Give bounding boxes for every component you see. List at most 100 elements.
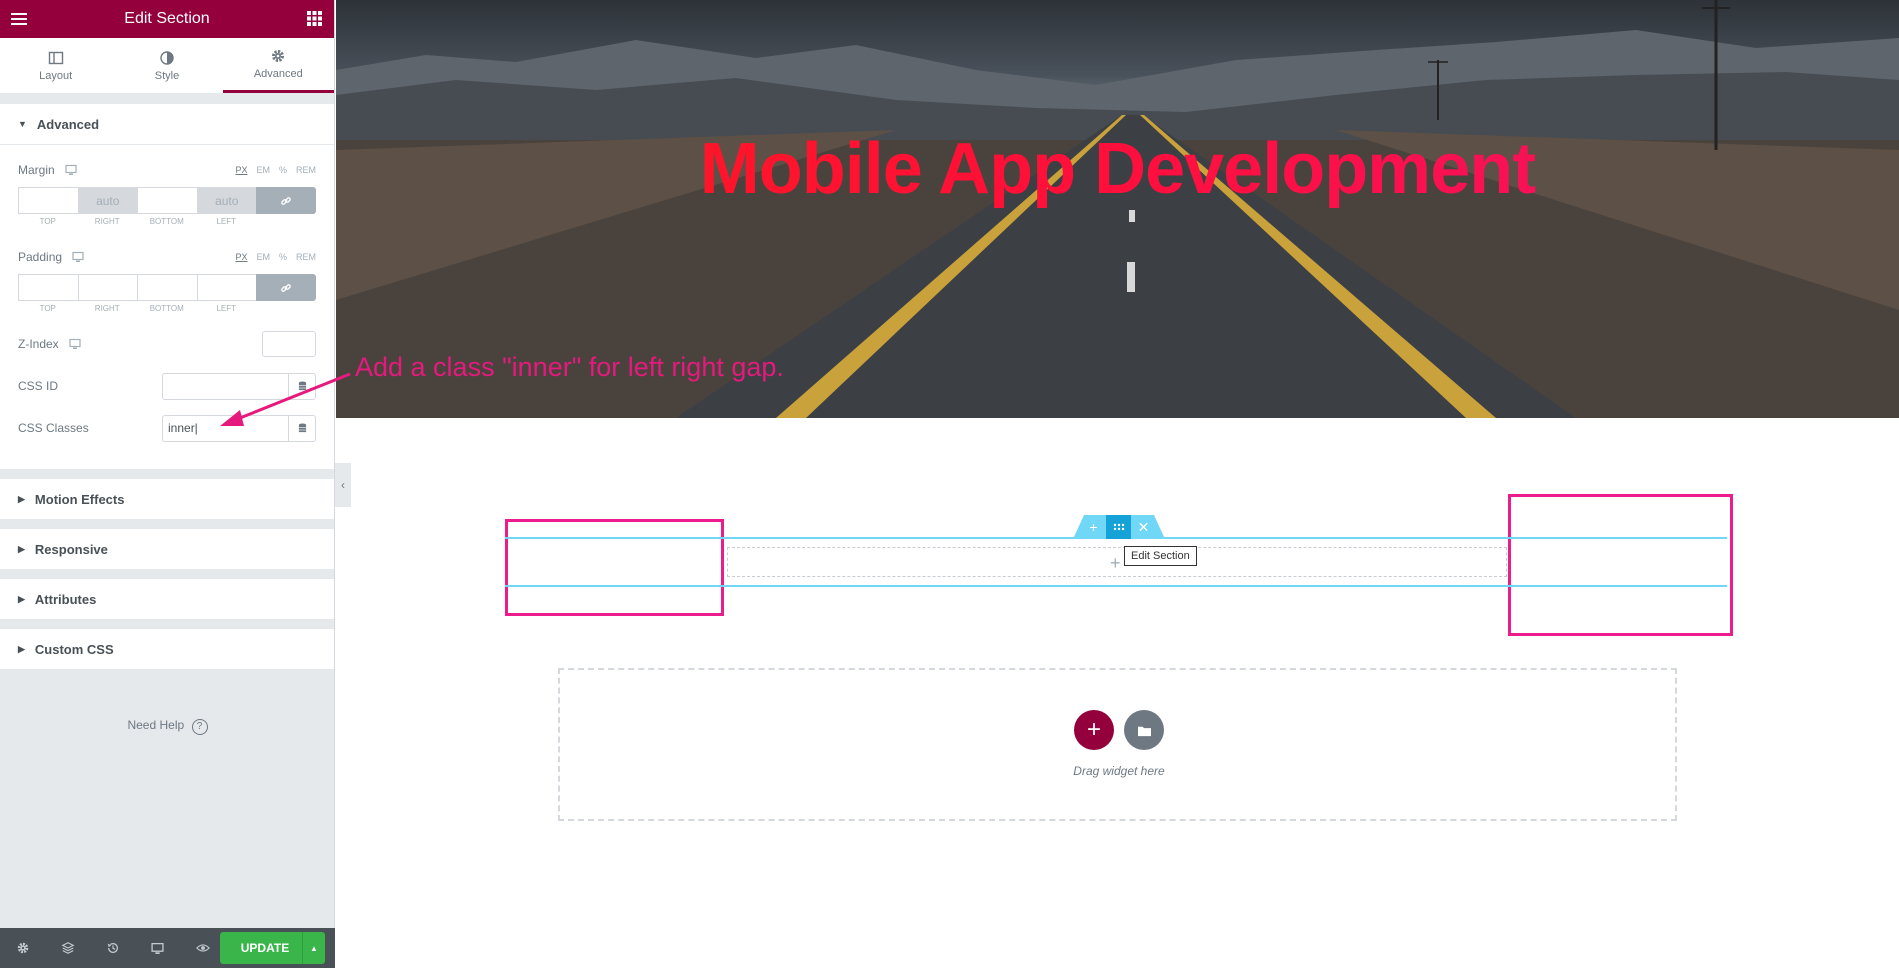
unit-em[interactable]: EM (256, 252, 270, 262)
navigator-button[interactable] (45, 941, 90, 955)
padding-left-input[interactable] (196, 274, 256, 301)
half-circle-icon (160, 50, 174, 65)
add-section-button[interactable]: + (1081, 515, 1106, 539)
desktop-icon[interactable] (72, 251, 84, 263)
tab-advanced[interactable]: Advanced (222, 38, 334, 93)
add-template-button[interactable] (1124, 710, 1164, 750)
add-new-section-button[interactable]: + (1074, 710, 1114, 750)
z-index-input[interactable] (262, 331, 316, 357)
unit-px[interactable]: PX (235, 252, 247, 262)
hamburger-menu-icon[interactable] (10, 9, 30, 29)
margin-link-button[interactable] (256, 187, 316, 214)
margin-units: PX EM % REM (235, 165, 316, 175)
collapse-panel-button[interactable]: ‹ (335, 463, 351, 507)
sublabel-bottom: BOTTOM (149, 303, 184, 313)
tab-layout-label: Layout (39, 69, 73, 82)
caret-down-icon: ▼ (18, 119, 27, 129)
custom-css-title: Custom CSS (34, 641, 114, 657)
padding-sublabels: TOP RIGHT BOTTOM LEFT (18, 301, 316, 315)
unit-rem[interactable]: REM (296, 165, 316, 175)
layout-icon (48, 51, 63, 64)
unit-px[interactable]: PX (235, 165, 247, 175)
custom-css-section-header[interactable]: ▶ Custom CSS (0, 629, 334, 669)
margin-right-input[interactable]: auto (77, 187, 137, 214)
settings-button[interactable] (0, 941, 45, 955)
z-index-row: Z-Index (18, 323, 316, 365)
margin-sublabels: TOP RIGHT BOTTOM LEFT (18, 214, 316, 228)
caret-up-icon: ▲ (310, 943, 318, 953)
need-help-label: Need Help (127, 718, 185, 732)
margin-top-input[interactable] (18, 187, 78, 214)
eye-icon (195, 944, 210, 952)
desktop-icon[interactable] (69, 338, 81, 350)
tab-layout[interactable]: Layout (0, 38, 111, 93)
widget-drop-zone[interactable] (558, 668, 1677, 821)
add-element-icon[interactable]: + (1110, 553, 1121, 574)
drag-section-button[interactable] (1106, 515, 1131, 539)
drag-widget-hint: Drag widget here (1073, 764, 1165, 778)
plus-icon: + (1089, 519, 1098, 535)
folder-icon (1137, 726, 1151, 736)
hero-title[interactable]: Mobile App Development (336, 128, 1899, 210)
desktop-icon (151, 942, 164, 954)
responsive-title: Responsive (34, 541, 108, 557)
css-classes-label: CSS Classes (18, 421, 89, 435)
widgets-grid-icon[interactable] (307, 11, 322, 26)
tab-style-label: Style (154, 69, 180, 82)
help-question-icon: ? (191, 719, 208, 735)
margin-control-header: Margin PX EM % REM (18, 155, 316, 185)
delete-section-button[interactable]: ✕ (1131, 515, 1156, 539)
plus-icon: + (1086, 716, 1101, 743)
sublabel-top: TOP (39, 303, 56, 313)
panel-header: Edit Section (0, 0, 334, 38)
panel-footer: UPDATE ▲ (0, 928, 335, 968)
padding-link-button[interactable] (256, 274, 316, 301)
attributes-section-header[interactable]: ▶ Attributes (0, 579, 334, 619)
unit-percent[interactable]: % (279, 252, 287, 262)
drag-dots-icon (1113, 523, 1124, 531)
history-button[interactable] (90, 941, 135, 955)
sublabel-bottom: BOTTOM (149, 216, 184, 226)
edit-section-tooltip: Edit Section (1124, 546, 1197, 566)
link-icon (281, 283, 291, 292)
responsive-mode-button[interactable] (135, 942, 180, 955)
editor-panel: Edit Section Layout Style Advanced ▼ Adv… (0, 0, 335, 968)
caret-right-icon: ▶ (18, 643, 25, 654)
desktop-icon[interactable] (65, 164, 77, 176)
padding-top-input[interactable] (18, 274, 78, 301)
tab-advanced-label: Advanced (253, 68, 303, 80)
margin-bottom-input[interactable] (137, 187, 197, 214)
tab-style[interactable]: Style (111, 38, 222, 93)
sublabel-right: RIGHT (94, 216, 120, 226)
z-index-label-group: Z-Index (18, 337, 81, 351)
panel-title: Edit Section (124, 10, 210, 27)
close-icon: ✕ (1137, 518, 1150, 535)
layers-icon (60, 942, 75, 954)
preview-button[interactable] (180, 941, 225, 955)
gear-icon (272, 50, 285, 62)
unit-rem[interactable]: REM (296, 252, 316, 262)
need-help-link[interactable]: Need Help ? (0, 718, 335, 735)
motion-effects-section-header[interactable]: ▶ Motion Effects (0, 479, 334, 519)
panel-tabs: Layout Style Advanced (0, 38, 334, 94)
caret-right-icon: ▶ (18, 543, 25, 554)
section-handle: + ✕ (1073, 515, 1165, 539)
history-icon (107, 943, 118, 953)
update-options-button[interactable]: ▲ (302, 932, 325, 964)
z-index-label: Z-Index (18, 337, 59, 351)
responsive-section-header[interactable]: ▶ Responsive (0, 529, 334, 569)
margin-left-input[interactable]: auto (196, 187, 256, 214)
padding-right-input[interactable] (77, 274, 137, 301)
unit-em[interactable]: EM (256, 165, 270, 175)
advanced-section-header[interactable]: ▼ Advanced (0, 104, 334, 144)
attributes-title: Attributes (34, 591, 97, 607)
link-icon (281, 196, 291, 205)
padding-inputs (18, 274, 316, 301)
padding-label: Padding (18, 250, 63, 264)
padding-bottom-input[interactable] (137, 274, 197, 301)
padding-units: PX EM % REM (235, 252, 316, 262)
update-button[interactable]: UPDATE (220, 932, 310, 964)
unit-percent[interactable]: % (279, 165, 287, 175)
gear-icon (17, 942, 28, 954)
sublabel-right: RIGHT (94, 303, 120, 313)
